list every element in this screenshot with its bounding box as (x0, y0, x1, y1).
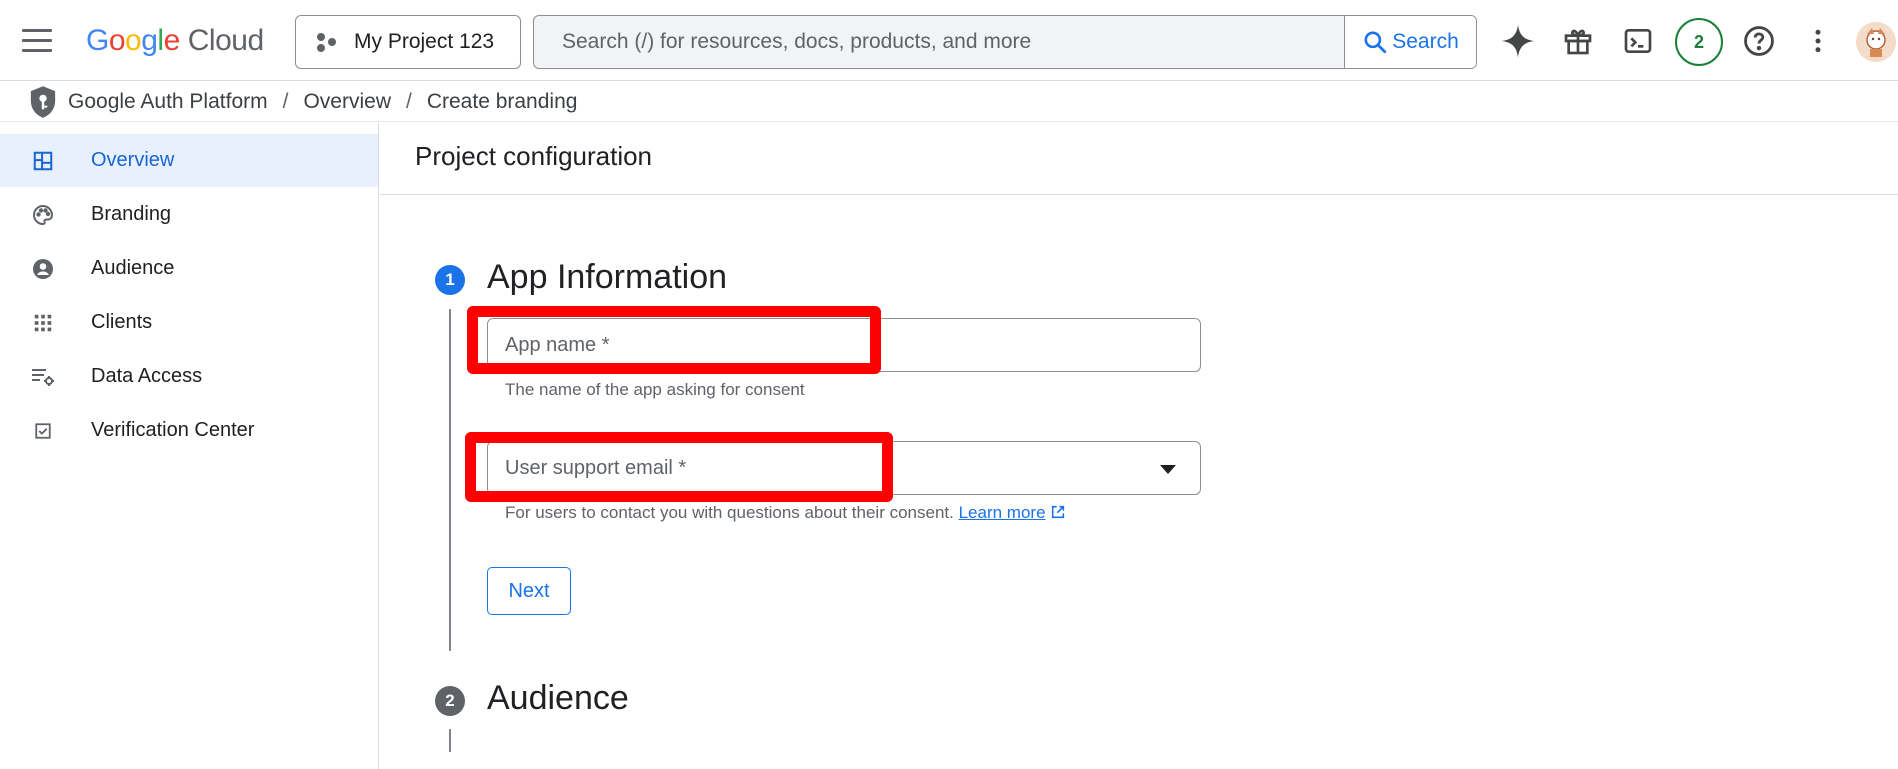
step-title-app-information: App Information (487, 258, 728, 296)
sidebar: Overview Branding Audience Clients Data … (0, 123, 379, 769)
shield-key-icon (30, 85, 56, 118)
palette-icon (30, 202, 56, 228)
breadcrumb-auth-platform[interactable]: Google Auth Platform (68, 90, 268, 114)
sidebar-item-branding[interactable]: Branding (0, 188, 378, 241)
notifications-badge[interactable]: 2 (1675, 18, 1723, 66)
top-bar: GoogleCloud My Project 123 Search 2 (0, 0, 1898, 81)
dropdown-arrow-icon (1160, 465, 1176, 474)
more-vert-icon[interactable] (1797, 20, 1839, 62)
user-support-email-hint: For users to contact you with questions … (505, 503, 1066, 523)
learn-more-link[interactable]: Learn more (959, 503, 1046, 522)
project-icon (316, 31, 338, 53)
app-name-hint: The name of the app asking for consent (505, 380, 805, 399)
breadcrumb: Google Auth Platform / Overview / Create… (0, 82, 1898, 122)
project-picker-label: My Project 123 (354, 30, 495, 53)
help-icon[interactable] (1738, 20, 1780, 62)
step-title-audience: Audience (487, 679, 629, 717)
search-input[interactable] (534, 16, 1344, 68)
sidebar-item-audience[interactable]: Audience (0, 242, 378, 295)
highlight-box-app-name (467, 306, 881, 374)
open-in-new-icon (1052, 505, 1065, 519)
sidebar-item-verification-center[interactable]: Verification Center (0, 404, 378, 457)
sidebar-item-label: Data Access (91, 365, 203, 387)
account-circle-icon (30, 256, 56, 282)
sidebar-item-label: Overview (91, 149, 175, 171)
breadcrumb-overview[interactable]: Overview (303, 90, 391, 114)
sidebar-item-label: Verification Center (91, 419, 255, 441)
sidebar-item-overview[interactable]: Overview (0, 134, 378, 187)
menu-icon[interactable] (22, 29, 52, 53)
highlight-box-support-email (465, 432, 893, 502)
avatar[interactable] (1856, 22, 1896, 62)
search-button[interactable]: Search (1344, 16, 1476, 68)
step-connector-line (449, 729, 451, 752)
project-picker-button[interactable]: My Project 123 (295, 15, 521, 69)
breadcrumb-create-branding: Create branding (426, 89, 578, 113)
breadcrumb-separator: / (406, 89, 412, 113)
gemini-icon[interactable] (1497, 20, 1539, 62)
data-settings-icon (30, 364, 56, 390)
search-icon (1364, 31, 1387, 54)
google-cloud-logo[interactable]: Google Cloud (86, 22, 264, 60)
apps-grid-icon (30, 310, 56, 336)
sidebar-item-clients[interactable]: Clients (0, 296, 378, 349)
step-connector-line (449, 309, 451, 651)
breadcrumb-separator: / (282, 89, 289, 113)
cloud-shell-icon[interactable] (1617, 20, 1659, 62)
page-header: Project configuration (380, 123, 1898, 195)
search-bar: Search (533, 15, 1477, 69)
sidebar-item-label: Clients (91, 311, 153, 333)
user-support-email-hint-text: For users to contact you with questions … (505, 503, 954, 522)
sidebar-item-label: Branding (91, 203, 172, 225)
next-button[interactable]: Next (487, 567, 571, 615)
step-number-badge: 2 (435, 686, 465, 716)
check-box-icon (30, 418, 56, 444)
search-button-label: Search (1392, 30, 1459, 53)
sidebar-item-data-access[interactable]: Data Access (0, 350, 378, 403)
dashboard-icon (30, 148, 56, 174)
sidebar-item-label: Audience (91, 257, 175, 279)
gift-icon[interactable] (1557, 20, 1599, 62)
step-number-badge: 1 (435, 265, 465, 295)
page-title: Project configuration (415, 141, 653, 171)
